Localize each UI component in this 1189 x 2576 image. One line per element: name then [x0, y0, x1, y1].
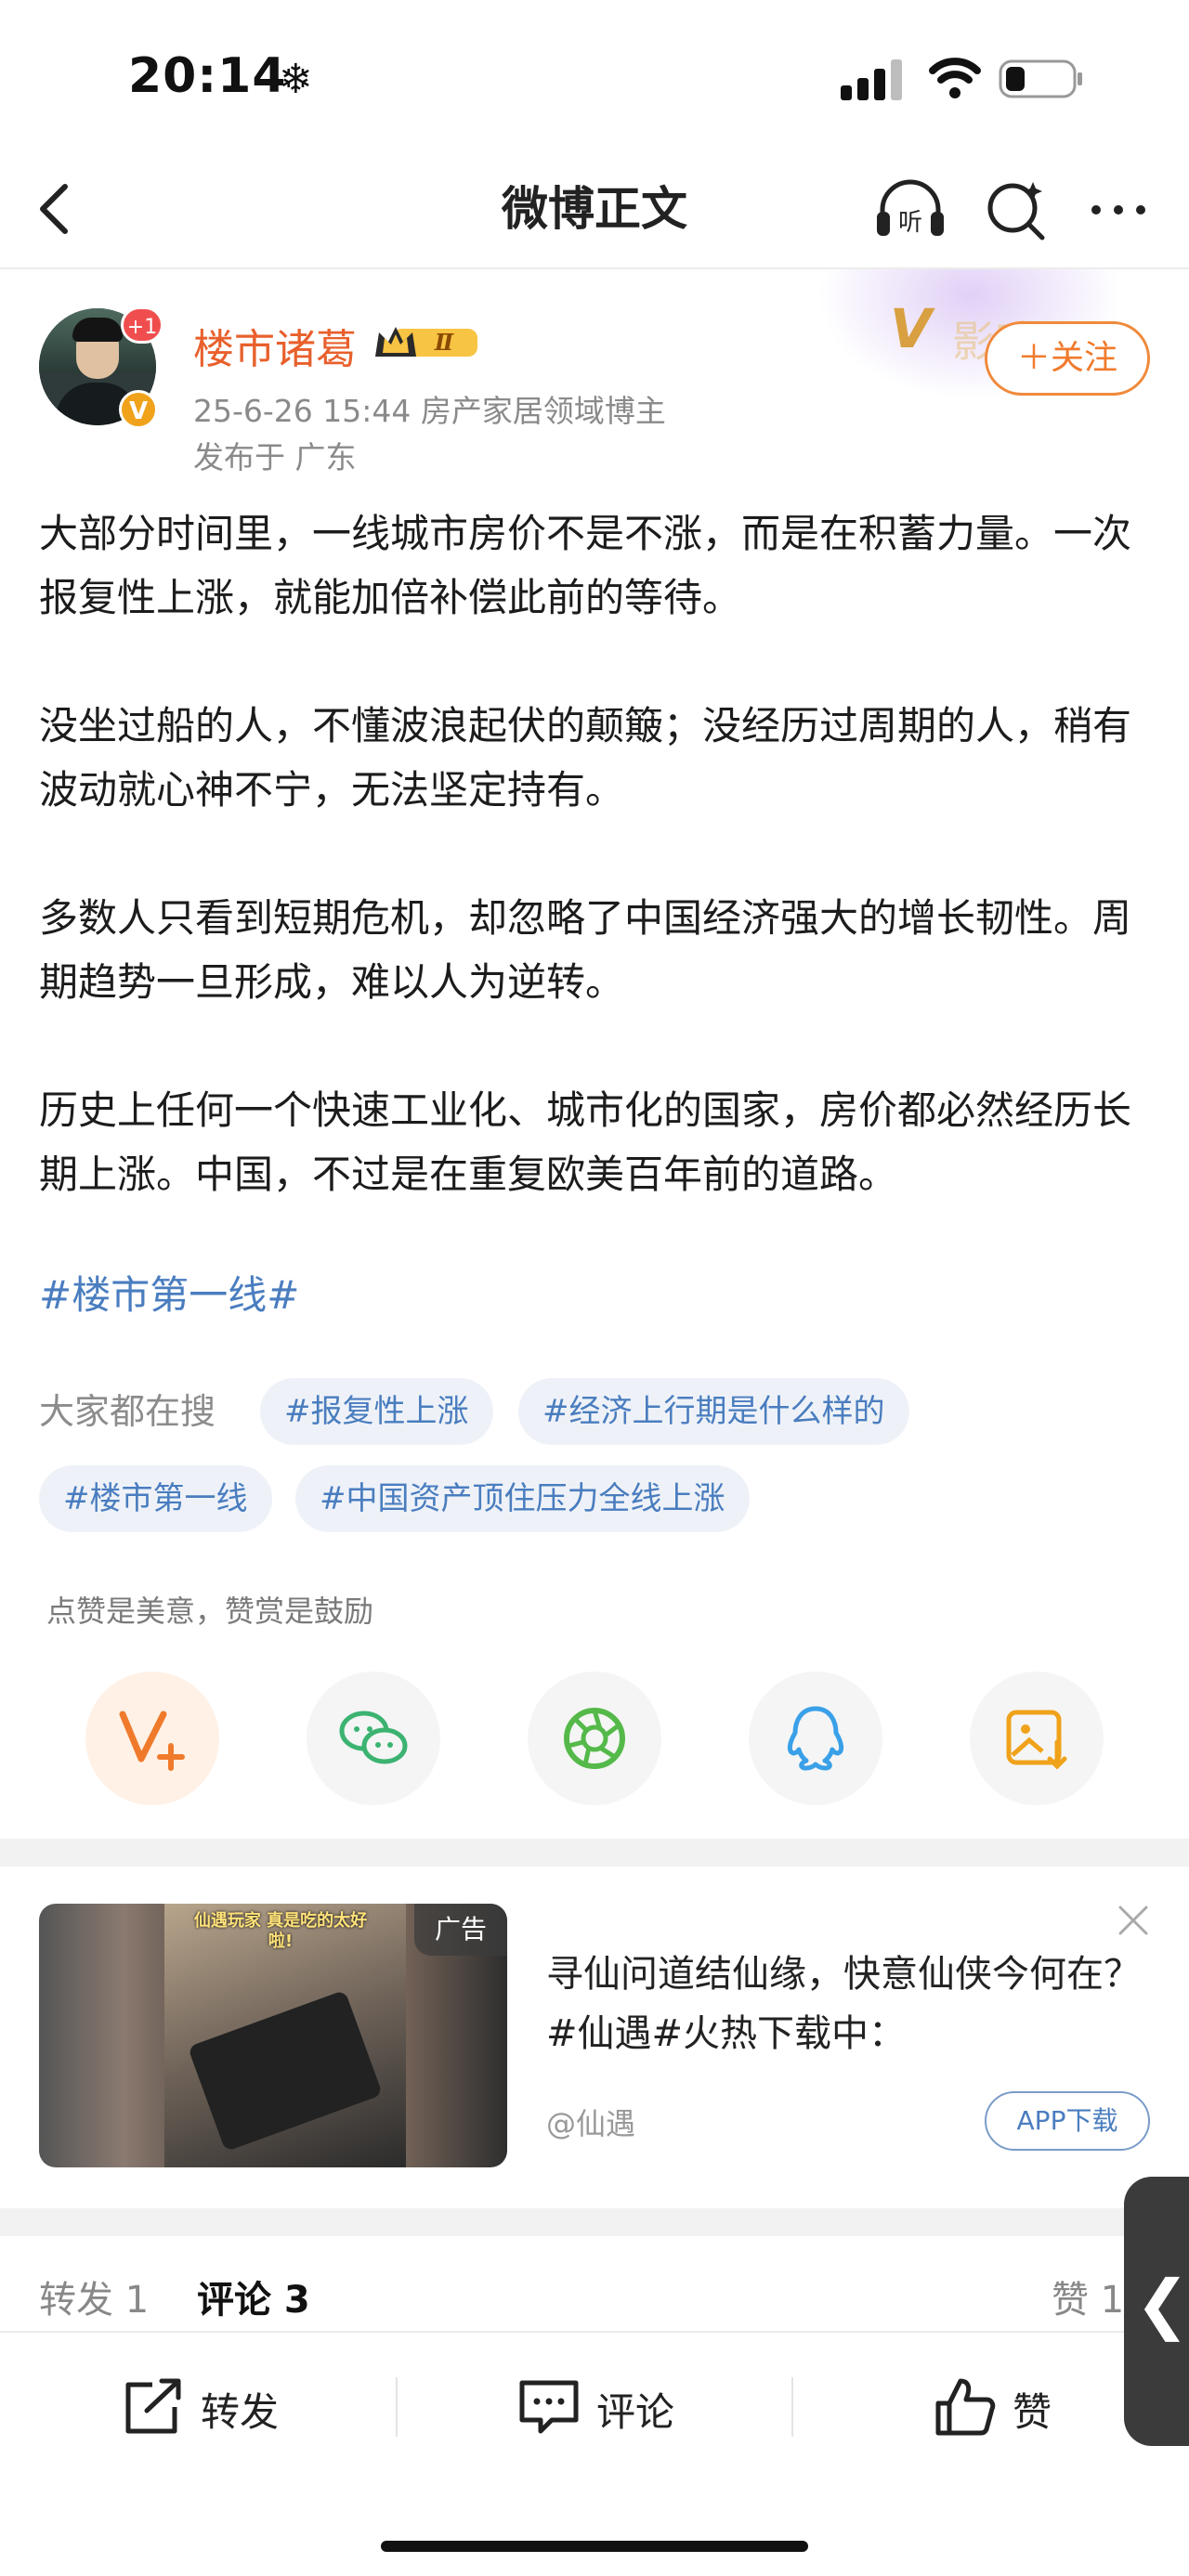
search-icon[interactable]: [983, 176, 1050, 243]
bottom-action-bar: [0, 2331, 1189, 2576]
bottom-bar-separator: [396, 2377, 398, 2437]
tab-comments[interactable]: 评论 3: [197, 2270, 310, 2323]
thumbs-up-icon: [935, 2378, 996, 2436]
moments-aperture-icon: [564, 1708, 625, 1769]
post-paragraph: 大部分时间里，一线城市房价不是不涨，而是在积蓄力量。一次报复性上涨，就能加倍补偿…: [39, 511, 1132, 620]
like-label: 赞: [1013, 2389, 1052, 2435]
post-hashtag-link[interactable]: #楼市第一线#: [39, 1263, 299, 1327]
battery-icon: [999, 59, 1082, 98]
ad-image[interactable]: 仙遇玩家 真是吃的太好啦! 广告: [39, 1904, 507, 2167]
crown-level-text: Ⅱ: [434, 329, 454, 356]
share-moments-button[interactable]: [528, 1672, 661, 1805]
ad-image-caption: 仙遇玩家 真是吃的太好啦!: [193, 1911, 368, 1951]
listen-label: 听: [898, 209, 922, 237]
bottom-bar-separator: [791, 2377, 793, 2437]
home-indicator[interactable]: [381, 2541, 808, 2552]
brand-v-logo: V: [890, 297, 932, 360]
tab-reposts[interactable]: 转发 1: [39, 2270, 149, 2323]
reward-vplus-button[interactable]: [85, 1672, 219, 1805]
repost-icon: [125, 2378, 181, 2434]
avatar-plus-one-badge: +1: [121, 306, 163, 344]
more-options-icon[interactable]: [1085, 176, 1152, 243]
reward-prompt: 点赞是美意，赞赏是鼓励: [46, 1594, 374, 1629]
ad-tag: 广告: [414, 1904, 507, 1956]
post-paragraph: 多数人只看到短期危机，却忽略了中国经济强大的增长韧性。周期趋势一旦形成，难以人为…: [39, 895, 1132, 1005]
verified-badge-icon: V: [119, 390, 158, 429]
app-download-button[interactable]: APP下载: [985, 2091, 1150, 2151]
vplus-icon: [119, 1711, 185, 1771]
save-image-icon: [1006, 1710, 1067, 1770]
save-image-button[interactable]: [970, 1672, 1104, 1805]
post-location: 发布于 广东: [193, 439, 357, 475]
repost-label: 转发: [201, 2389, 280, 2435]
post-paragraph: 历史上任何一个快速工业化、城市化的国家，房价都必然经历长期上涨。中国，不过是在重…: [39, 1087, 1132, 1197]
tab-likes[interactable]: 赞 1: [1052, 2270, 1124, 2323]
nav-bar: 微博正文 听: [0, 149, 1189, 269]
cellular-signal-icon: [841, 59, 902, 100]
comment-button[interactable]: 评论: [516, 2372, 721, 2446]
section-divider: [0, 2208, 1189, 2236]
snowflake-icon: ❄: [279, 56, 313, 103]
listen-headphones-icon[interactable]: 听: [873, 175, 947, 241]
hot-search-label: 大家都在搜: [39, 1391, 216, 1432]
chevron-left-icon: ❮: [1135, 2266, 1189, 2342]
ad-source: @仙遇: [546, 2106, 636, 2141]
author-name[interactable]: 楼市诸葛: [193, 316, 357, 375]
status-time: 20:14: [128, 48, 287, 104]
like-button[interactable]: 赞: [933, 2372, 1137, 2446]
hot-search-chip[interactable]: #中国资产顶住压力全线上涨: [295, 1465, 750, 1532]
qq-penguin-icon: [787, 1706, 844, 1771]
follow-button[interactable]: ＋关注: [985, 321, 1150, 396]
post-body: 大部分时间里，一线城市房价不是不涨，而是在积蓄力量。一次报复性上涨，就能加倍补偿…: [39, 501, 1154, 1206]
share-wechat-button[interactable]: [307, 1672, 440, 1805]
ad-title[interactable]: 寻仙问道结仙缘，快意仙侠今何在？#仙遇#火热下载中：: [546, 1945, 1141, 2063]
section-divider: [0, 1839, 1189, 1867]
hot-search-chip[interactable]: #经济上行期是什么样的: [518, 1378, 909, 1445]
comment-label: 评论: [596, 2389, 675, 2435]
close-icon[interactable]: [1113, 1900, 1154, 1941]
hot-search-chip[interactable]: #报复性上涨: [260, 1378, 493, 1445]
post-meta: 25-6-26 15:44 房产家居领域博主: [193, 393, 666, 429]
crown-level-badge-icon[interactable]: Ⅱ: [373, 321, 483, 362]
wechat-icon: [339, 1711, 408, 1764]
status-bar: 20:14 ❄: [0, 0, 1189, 149]
repost-button[interactable]: 转发: [121, 2372, 325, 2446]
share-qq-button[interactable]: [749, 1672, 882, 1805]
comment-icon: [519, 2380, 579, 2434]
post-paragraph: 没坐过船的人，不懂波浪起伏的颠簸；没经历过周期的人，稍有波动就心神不宁，无法坚定…: [39, 703, 1132, 813]
wifi-icon: [929, 58, 981, 98]
hot-search-chip[interactable]: #楼市第一线: [39, 1465, 272, 1532]
